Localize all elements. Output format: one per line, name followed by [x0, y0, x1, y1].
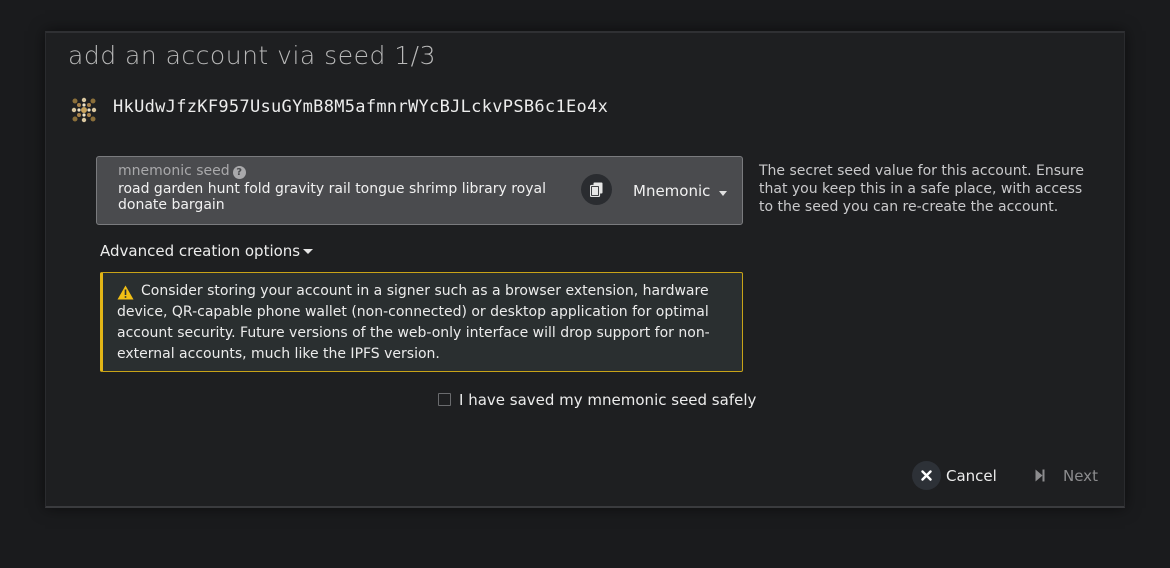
advanced-options-toggle[interactable]: Advanced creation options [100, 242, 300, 260]
next-label: Next [1063, 467, 1098, 485]
seed-value[interactable]: road garden hunt fold gravity rail tongu… [118, 181, 568, 213]
close-icon [912, 461, 941, 490]
copy-button[interactable] [581, 174, 612, 205]
seed-label-row: mnemonic seed? [118, 163, 246, 179]
saved-seed-label[interactable]: I have saved my mnemonic seed safely [459, 391, 756, 409]
identicon-icon [71, 97, 97, 123]
account-address: HkUdwJfzKF957UsuGYmB8M5afmnrWYcBJLckvPSB… [113, 97, 609, 117]
next-button[interactable]: Next [1033, 461, 1103, 491]
seed-label: mnemonic seed [118, 163, 230, 179]
add-account-modal: add an account via seed 1/3 HkUdwJfzKF95… [45, 31, 1125, 508]
help-icon[interactable]: ? [232, 166, 246, 179]
chevron-down-icon[interactable] [719, 191, 727, 196]
mnemonic-seed-field[interactable]: mnemonic seed? road garden hunt fold gra… [96, 156, 743, 225]
cancel-button[interactable]: Cancel [912, 461, 1002, 491]
seed-help-text: The secret seed value for this account. … [759, 163, 1084, 215]
warning-box: Consider storing your account in a signe… [100, 272, 743, 372]
warning-text: Consider storing your account in a signe… [117, 283, 710, 362]
caret-down-icon[interactable] [303, 249, 313, 254]
seed-type-dropdown[interactable]: Mnemonic [633, 182, 710, 200]
cancel-label: Cancel [946, 467, 997, 485]
copy-icon [590, 182, 603, 197]
saved-seed-checkbox[interactable] [438, 393, 451, 406]
modal-title: add an account via seed 1/3 [68, 41, 437, 70]
